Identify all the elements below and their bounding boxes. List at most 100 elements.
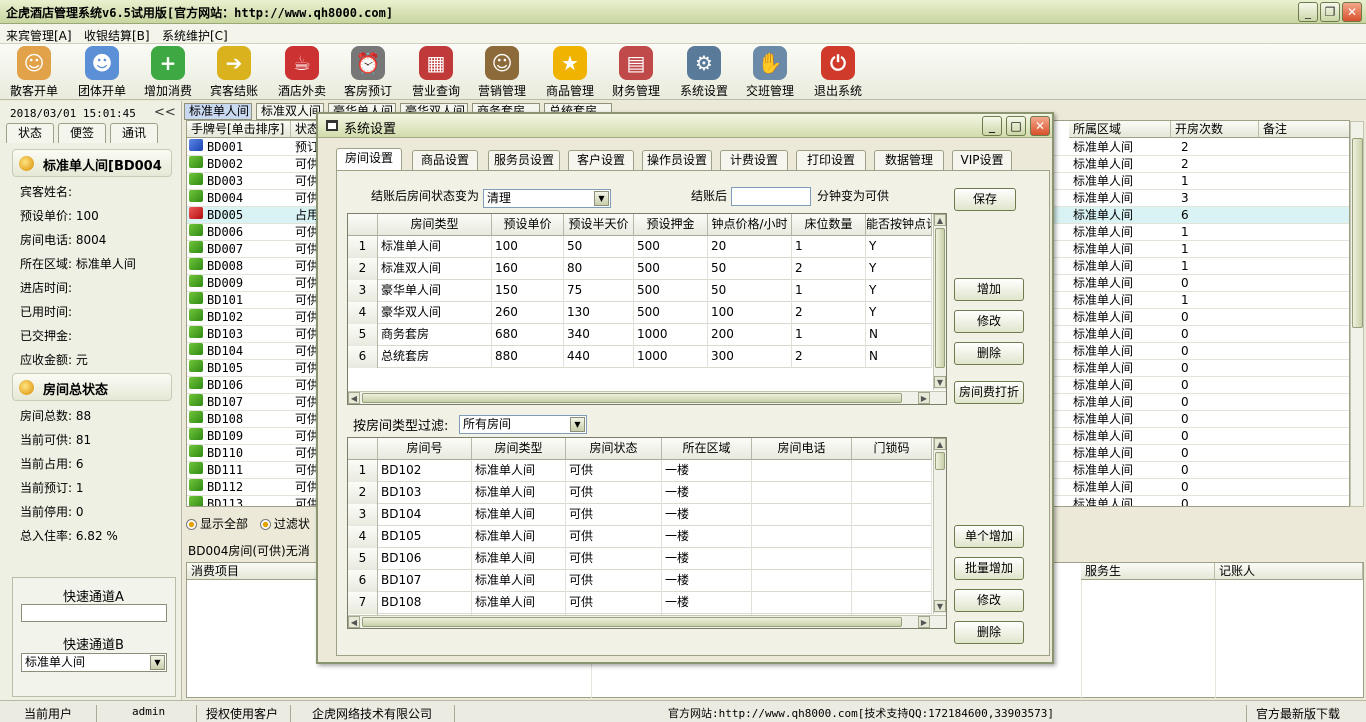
- filter-status-radio[interactable]: 过滤状: [259, 517, 310, 531]
- table-row[interactable]: 1 标准单人间 100 50 500 20 1 Y: [348, 236, 932, 258]
- save-button[interactable]: 保存: [954, 188, 1016, 211]
- horizontal-scrollbar[interactable]: ◀ ▶: [348, 391, 946, 404]
- dialog-tab-7[interactable]: 数据管理: [874, 150, 944, 170]
- scroll-left-icon[interactable]: ◀: [348, 616, 360, 628]
- toolbar-button-8[interactable]: ★ 商品管理: [538, 46, 602, 98]
- tab-status[interactable]: 状态: [6, 123, 54, 143]
- scroll-thumb[interactable]: [935, 452, 945, 470]
- quick-b-select[interactable]: 标准单人间 ▼: [21, 653, 167, 672]
- scroll-thumb[interactable]: [362, 393, 902, 403]
- scroll-up-icon[interactable]: ▲: [934, 214, 946, 226]
- toolbar-button-2[interactable]: + 增加消费: [136, 46, 200, 98]
- dialog-tab-0[interactable]: 房间设置: [336, 148, 402, 170]
- toolbar-button-9[interactable]: ▤ 财务管理: [604, 46, 668, 98]
- toolbar-button-0[interactable]: ☺ 散客开单: [2, 46, 66, 98]
- table-row[interactable]: 2 BD103 标准单人间 可供 一楼: [348, 482, 932, 504]
- column-header[interactable]: 能否按钟点计费: [866, 214, 932, 236]
- vertical-scrollbar[interactable]: ▲ ▼: [933, 438, 946, 614]
- column-header[interactable]: 房间号: [378, 438, 472, 460]
- room-grid-scrollbar[interactable]: [1350, 121, 1364, 507]
- toolbar-button-7[interactable]: ☺ 营销管理: [470, 46, 534, 98]
- tab-notes[interactable]: 便签: [58, 123, 106, 143]
- col-open-count[interactable]: 开房次数: [1171, 121, 1259, 138]
- col-room-number[interactable]: 手牌号[单击排序]: [187, 121, 291, 138]
- menu-cashier[interactable]: 收银结算[B]: [84, 27, 150, 44]
- room-tab-1[interactable]: 标准双人间: [256, 103, 324, 120]
- toolbar-button-3[interactable]: ➔ 宾客结账: [202, 46, 266, 98]
- col-waiter[interactable]: 服务生: [1081, 563, 1215, 580]
- room-tab-0[interactable]: 标准单人间: [184, 103, 252, 120]
- chevron-down-icon[interactable]: ▼: [570, 417, 585, 432]
- table-row[interactable]: 3 BD104 标准单人间 可供 一楼: [348, 504, 932, 526]
- table-row[interactable]: 4 豪华双人间 260 130 500 100 2 Y: [348, 302, 932, 324]
- column-header[interactable]: 房间状态: [566, 438, 662, 460]
- dialog-tab-4[interactable]: 操作员设置: [642, 150, 712, 170]
- column-header[interactable]: 房间类型: [378, 214, 492, 236]
- horizontal-scrollbar[interactable]: ◀ ▶: [348, 615, 946, 628]
- scroll-down-icon[interactable]: ▼: [934, 600, 946, 612]
- close-button[interactable]: ✕: [1342, 2, 1362, 22]
- menu-maintenance[interactable]: 系统维护[C]: [162, 27, 228, 44]
- dialog-tab-8[interactable]: VIP设置: [952, 150, 1012, 170]
- toolbar-button-11[interactable]: ✋ 交班管理: [738, 46, 802, 98]
- dialog-tab-6[interactable]: 打印设置: [796, 150, 866, 170]
- menu-guest[interactable]: 来宾管理[A]: [6, 27, 72, 44]
- room-discount-button[interactable]: 房间费打折: [954, 381, 1024, 404]
- dialog-minimize-button[interactable]: _: [982, 116, 1002, 136]
- col-area[interactable]: 所属区域: [1069, 121, 1171, 138]
- column-header[interactable]: 钟点价格/小时: [708, 214, 792, 236]
- dialog-tab-5[interactable]: 计费设置: [720, 150, 788, 170]
- add-type-button[interactable]: 增加: [954, 278, 1024, 301]
- chevron-down-icon[interactable]: ▼: [150, 655, 165, 670]
- table-row[interactable]: 7 BD108 标准单人间 可供 一楼: [348, 592, 932, 614]
- column-header[interactable]: 所在区域: [662, 438, 752, 460]
- scroll-left-icon[interactable]: ◀: [348, 392, 360, 404]
- dialog-close-button[interactable]: ✕: [1030, 116, 1050, 136]
- toolbar-button-10[interactable]: ⚙ 系统设置: [672, 46, 736, 98]
- minutes-input[interactable]: [731, 187, 811, 206]
- delete-type-button[interactable]: 删除: [954, 342, 1024, 365]
- download-latest-link[interactable]: 官方最新版下载: [1256, 705, 1340, 722]
- table-row[interactable]: 6 BD107 标准单人间 可供 一楼: [348, 570, 932, 592]
- column-header[interactable]: 门锁码: [852, 438, 932, 460]
- scroll-right-icon[interactable]: ▶: [918, 616, 930, 628]
- col-bookkeeper[interactable]: 记账人: [1215, 563, 1363, 580]
- batch-add-rooms-button[interactable]: 批量增加: [954, 557, 1024, 580]
- col-remark[interactable]: 备注: [1259, 121, 1349, 138]
- table-row[interactable]: 3 豪华单人间 150 75 500 50 1 Y: [348, 280, 932, 302]
- edit-type-button[interactable]: 修改: [954, 310, 1024, 333]
- show-all-radio[interactable]: 显示全部: [186, 517, 248, 531]
- website-support[interactable]: 官方网站:http://www.qh8000.com[技术支持QQ:172184…: [668, 705, 1054, 721]
- table-row[interactable]: 2 标准双人间 160 80 500 50 2 Y: [348, 258, 932, 280]
- dialog-maximize-button[interactable]: □: [1006, 116, 1026, 136]
- scroll-down-icon[interactable]: ▼: [934, 376, 946, 388]
- collapse-panel-button[interactable]: <<: [154, 105, 176, 120]
- toolbar-button-5[interactable]: ⏰ 客房预订: [336, 46, 400, 98]
- scroll-thumb[interactable]: [935, 228, 945, 368]
- minimize-button[interactable]: _: [1298, 2, 1318, 22]
- toolbar-button-4[interactable]: ☕ 酒店外卖: [270, 46, 334, 98]
- scroll-thumb[interactable]: [1352, 138, 1363, 328]
- column-header[interactable]: 预设半天价: [564, 214, 634, 236]
- tab-contacts[interactable]: 通讯: [110, 123, 158, 143]
- vertical-scrollbar[interactable]: ▲ ▼: [933, 214, 946, 390]
- table-row[interactable]: 4 BD105 标准单人间 可供 一楼: [348, 526, 932, 548]
- table-row[interactable]: 6 总统套房 880 440 1000 300 2 N: [348, 346, 932, 368]
- scroll-thumb[interactable]: [362, 617, 902, 627]
- table-row[interactable]: 5 BD106 标准单人间 可供 一楼: [348, 548, 932, 570]
- column-header[interactable]: 预设押金: [634, 214, 708, 236]
- filter-type-select[interactable]: 所有房间 ▼: [459, 415, 587, 434]
- column-header[interactable]: 预设单价: [492, 214, 564, 236]
- column-header[interactable]: 房间电话: [752, 438, 852, 460]
- delete-room-button[interactable]: 删除: [954, 621, 1024, 644]
- toolbar-button-1[interactable]: ☻ 团体开单: [70, 46, 134, 98]
- table-row[interactable]: 5 商务套房 680 340 1000 200 1 N: [348, 324, 932, 346]
- dialog-tab-2[interactable]: 服务员设置: [488, 150, 560, 170]
- dialog-tab-3[interactable]: 客户设置: [568, 150, 634, 170]
- edit-room-button[interactable]: 修改: [954, 589, 1024, 612]
- chevron-down-icon[interactable]: ▼: [594, 191, 609, 206]
- column-header[interactable]: 房间类型: [472, 438, 566, 460]
- table-row[interactable]: 1 BD102 标准单人间 可供 一楼: [348, 460, 932, 482]
- toolbar-button-6[interactable]: ▦ 营业查询: [404, 46, 468, 98]
- add-single-room-button[interactable]: 单个增加: [954, 525, 1024, 548]
